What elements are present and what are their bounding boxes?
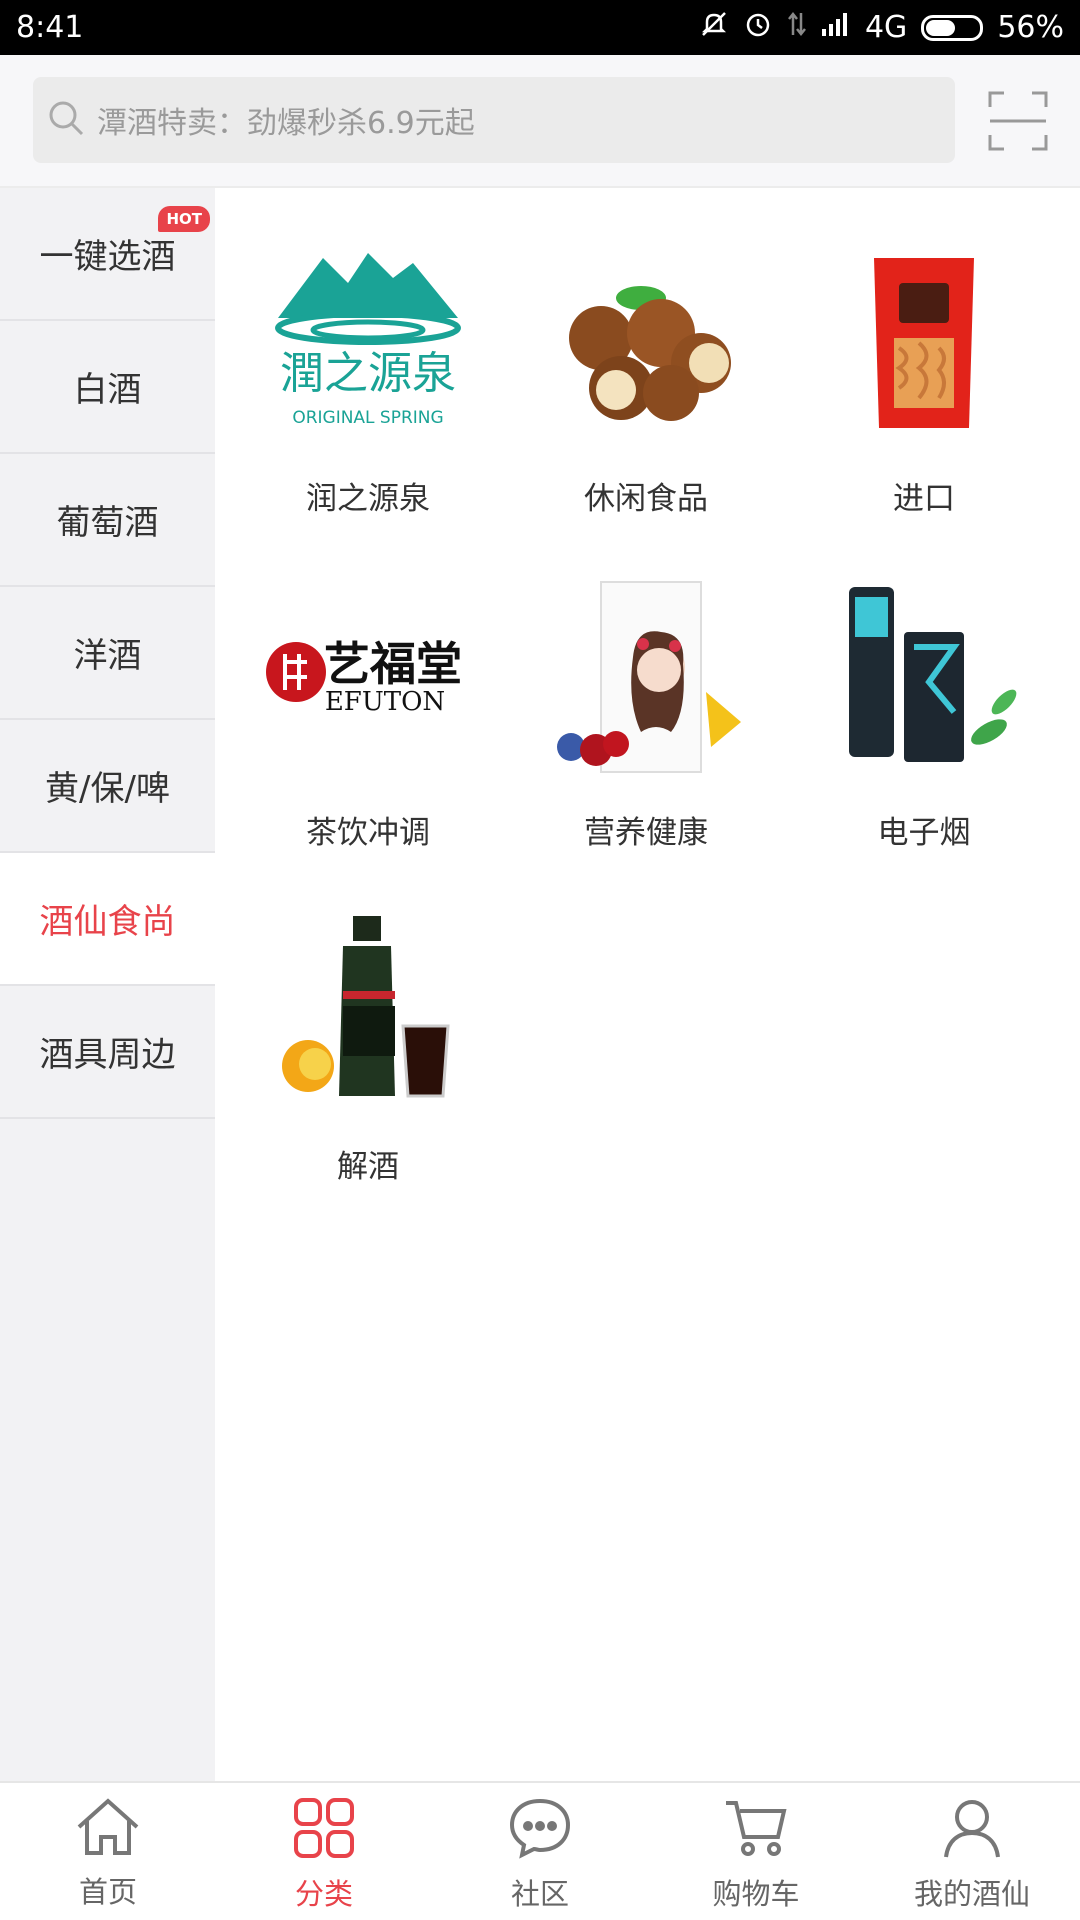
sidebar-item-one-click[interactable]: 一键选酒 HOT <box>0 188 215 321</box>
search-bar[interactable]: 潭酒特卖：劲爆秒杀6.9元起 <box>33 77 955 163</box>
tab-label: 首页 <box>78 1875 137 1909</box>
tab-label: 购物车 <box>712 1877 800 1911</box>
sidebar-item-wine[interactable]: 葡萄酒 <box>0 454 215 587</box>
category-item-tea[interactable]: 艺福堂 EFUTON 茶饮冲调 <box>215 522 495 852</box>
category-label: 电子烟 <box>877 815 971 851</box>
category-label: 休闲食品 <box>584 481 708 517</box>
ecig-image <box>819 572 1029 782</box>
chat-icon <box>508 1797 572 1863</box>
sidebar-item-accessories[interactable]: 酒具周边 <box>0 986 215 1119</box>
category-item-health[interactable]: 营养健康 <box>493 522 773 852</box>
tab-cart[interactable]: 购物车 <box>648 1783 864 1920</box>
tab-label: 社区 <box>510 1877 569 1911</box>
status-icons: 4G 56% <box>699 9 1064 47</box>
category-label: 茶饮冲调 <box>306 815 430 851</box>
alarm-icon <box>743 9 773 47</box>
category-icon <box>293 1797 355 1863</box>
category-item-ecig[interactable]: 电子烟 <box>771 522 1051 852</box>
sidebar-item-label: 葡萄酒 <box>56 503 159 543</box>
mute-icon <box>699 9 729 47</box>
tab-profile[interactable]: 我的酒仙 <box>864 1783 1080 1920</box>
tab-category[interactable]: 分类 <box>216 1783 432 1920</box>
network-type: 4G <box>864 10 908 45</box>
battery-icon <box>921 14 984 41</box>
tab-community[interactable]: 社区 <box>432 1783 648 1920</box>
category-item-runzhi[interactable]: 潤之源泉 ORIGINAL SPRING 润之源泉 <box>215 188 495 518</box>
tab-home[interactable]: 首页 <box>0 1783 216 1920</box>
search-placeholder: 潭酒特卖：劲爆秒杀6.9元起 <box>97 106 475 141</box>
user-icon <box>942 1797 1002 1863</box>
sidebar-item-food[interactable]: 酒仙食尚 <box>0 853 215 986</box>
category-label: 解酒 <box>337 1149 399 1185</box>
sidebar-item-yellow-beer[interactable]: 黄/保/啤 <box>0 720 215 853</box>
category-sidebar: 一键选酒 HOT 白酒 葡萄酒 洋酒 黄/保/啤 酒仙食尚 酒具周边 <box>0 188 215 1781</box>
battery-percent: 56% <box>997 10 1064 45</box>
runzhi-logo: 潤之源泉 ORIGINAL SPRING <box>263 238 473 448</box>
sidebar-item-baijiu[interactable]: 白酒 <box>0 321 215 454</box>
nuts-image <box>541 238 751 448</box>
category-label: 营养健康 <box>584 815 708 851</box>
sidebar-item-label: 洋酒 <box>73 636 142 676</box>
status-time: 8:41 <box>16 10 84 45</box>
category-label: 进口 <box>893 481 955 517</box>
hangover-drink-image <box>263 906 473 1116</box>
search-header: 潭酒特卖：劲爆秒杀6.9元起 <box>0 55 1080 188</box>
efuton-logo-sub: EFUTON <box>325 687 445 717</box>
pasta-bag-image <box>819 238 1029 448</box>
sidebar-item-label: 酒仙食尚 <box>39 902 176 942</box>
signal-icon <box>821 10 851 45</box>
runzhi-logo-text: 潤之源泉 <box>280 348 456 399</box>
tab-label: 分类 <box>294 1877 353 1911</box>
data-arrows-icon <box>787 9 807 47</box>
sidebar-item-label: 白酒 <box>73 370 142 410</box>
battery-level <box>926 19 956 36</box>
sidebar-item-label: 黄/保/啤 <box>45 769 170 809</box>
search-icon <box>47 99 85 141</box>
category-item-snacks[interactable]: 休闲食品 <box>493 188 773 518</box>
category-item-import[interactable]: 进口 <box>771 188 1051 518</box>
category-item-hangover[interactable]: 解酒 <box>215 856 495 1186</box>
efuton-logo-text: 艺福堂 <box>324 637 462 691</box>
sidebar-item-foreign-liquor[interactable]: 洋酒 <box>0 587 215 720</box>
runzhi-logo-sub: ORIGINAL SPRING <box>292 408 443 428</box>
status-bar: 8:41 4G 56% <box>0 0 1080 55</box>
hot-badge: HOT <box>158 206 210 232</box>
scan-icon[interactable] <box>988 91 1048 151</box>
category-label: 润之源泉 <box>306 481 430 517</box>
enzyme-box-image <box>541 572 751 782</box>
bottom-tab-bar: 首页 分类 社区 购物车 我的酒仙 <box>0 1781 1080 1920</box>
home-icon <box>75 1797 141 1861</box>
cart-icon <box>724 1797 788 1863</box>
tab-label: 我的酒仙 <box>913 1877 1030 1911</box>
sidebar-item-label: 一键选酒 <box>39 237 176 277</box>
efuton-logo: 艺福堂 EFUTON <box>263 572 473 782</box>
sidebar-item-label: 酒具周边 <box>39 1035 176 1075</box>
